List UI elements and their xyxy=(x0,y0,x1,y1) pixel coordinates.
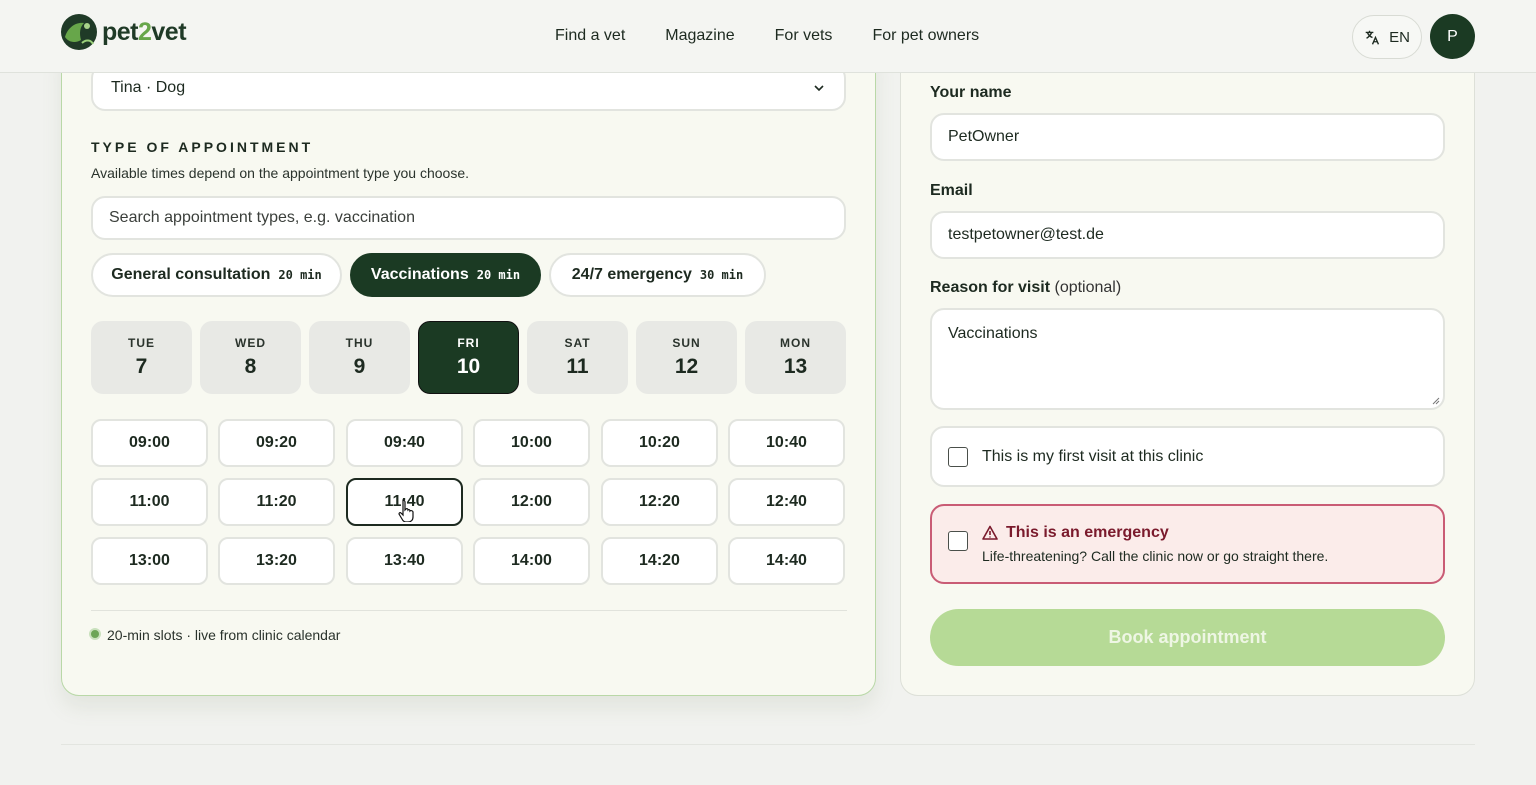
emergency-option[interactable]: This is an emergency Life-threatening? C… xyxy=(930,504,1445,584)
day-number: 11 xyxy=(566,355,589,378)
appointment-type-title: TYPE OF APPOINTMENT xyxy=(91,139,314,155)
email-field[interactable]: testpetowner@test.de xyxy=(930,211,1445,259)
time-slot[interactable]: 12:00 xyxy=(473,478,590,526)
nav-for-vets[interactable]: For vets xyxy=(775,27,833,45)
day-number: 13 xyxy=(783,355,808,378)
slots-divider xyxy=(91,610,847,611)
pointer-cursor-icon xyxy=(398,499,414,522)
top-header: pet2vet Find a vet Magazine For vets For… xyxy=(0,0,1536,73)
time-slot[interactable]: 10:20 xyxy=(601,419,718,467)
email-value: testpetowner@test.de xyxy=(948,226,1104,243)
chip-duration: 30 min xyxy=(699,268,744,282)
day-number: 8 xyxy=(244,355,257,378)
emergency-title: This is an emergency xyxy=(982,524,1328,542)
time-slot[interactable]: 13:20 xyxy=(218,537,335,585)
name-label: Your name xyxy=(930,84,1012,101)
day-of-week: WED xyxy=(235,336,266,350)
time-slot[interactable]: 09:40 xyxy=(346,419,463,467)
main-nav: Find a vet Magazine For vets For pet own… xyxy=(555,27,979,45)
day-sat-11[interactable]: SAT 11 xyxy=(527,321,628,394)
chip-duration: 20 min xyxy=(278,268,322,282)
language-button[interactable]: EN xyxy=(1352,15,1422,59)
chip-general-consultation[interactable]: General consultation 20 min xyxy=(91,253,342,297)
day-number: 7 xyxy=(135,355,148,378)
chip-duration: 20 min xyxy=(476,268,521,282)
translate-icon xyxy=(1365,30,1380,45)
day-of-week: FRI xyxy=(457,336,480,350)
logo-text: pet2vet xyxy=(102,17,187,46)
day-tue-7[interactable]: TUE 7 xyxy=(91,321,192,394)
reason-value: Vaccinations xyxy=(948,325,1038,342)
time-slot[interactable]: 11:20 xyxy=(218,478,335,526)
first-visit-label: This is my first visit at this clinic xyxy=(982,447,1204,465)
name-value: PetOwner xyxy=(948,128,1020,145)
day-number: 9 xyxy=(353,355,366,378)
time-slot[interactable]: 13:40 xyxy=(346,537,463,585)
first-visit-checkbox[interactable] xyxy=(948,446,968,467)
time-slot[interactable]: 09:20 xyxy=(218,419,335,467)
live-status-dot xyxy=(89,628,101,640)
time-slot[interactable]: 14:20 xyxy=(601,537,718,585)
day-thu-9[interactable]: THU 9 xyxy=(309,321,410,394)
day-wed-8[interactable]: WED 8 xyxy=(200,321,301,394)
chevron-down-icon xyxy=(814,84,824,91)
user-avatar[interactable]: P xyxy=(1430,14,1475,59)
chip-label: Vaccinations xyxy=(370,266,469,283)
optional-hint: (optional) xyxy=(1054,279,1122,296)
reason-textarea[interactable]: Vaccinations xyxy=(930,308,1445,410)
logo[interactable]: pet2vet xyxy=(60,13,187,51)
name-field[interactable]: PetOwner xyxy=(930,113,1445,161)
chip-label: General consultation xyxy=(111,266,271,283)
resize-handle-icon[interactable] xyxy=(1431,396,1440,405)
time-slot[interactable]: 10:40 xyxy=(728,419,845,467)
day-of-week: SUN xyxy=(672,336,701,350)
nav-magazine[interactable]: Magazine xyxy=(665,27,734,45)
appointment-type-description: Available times depend on the appointmen… xyxy=(91,165,469,181)
day-number: 12 xyxy=(674,355,699,378)
day-of-week: MON xyxy=(780,336,811,350)
reason-label: Reason for visit (optional) xyxy=(930,279,1122,296)
day-fri-10[interactable]: FRI 10 xyxy=(418,321,519,394)
warning-triangle-icon xyxy=(982,525,998,540)
day-sun-12[interactable]: SUN 12 xyxy=(636,321,737,394)
live-note: 20-min slots · live from clinic calendar xyxy=(107,627,341,643)
day-of-week: THU xyxy=(345,336,374,350)
footer-divider xyxy=(61,744,1475,745)
day-of-week: TUE xyxy=(128,336,155,350)
time-slot[interactable]: 10:00 xyxy=(473,419,590,467)
first-visit-option[interactable]: This is my first visit at this clinic xyxy=(930,426,1445,487)
chip-vaccinations[interactable]: Vaccinations 20 min xyxy=(350,253,541,297)
day-number: 10 xyxy=(456,355,481,378)
time-slot[interactable]: 11:00 xyxy=(91,478,208,526)
day-of-week: SAT xyxy=(564,336,591,350)
time-slot[interactable]: 12:20 xyxy=(601,478,718,526)
pet-select-value: Tina · Dog xyxy=(111,78,186,96)
book-appointment-button[interactable]: Book appointment xyxy=(930,609,1445,666)
time-slot[interactable]: 14:40 xyxy=(728,537,845,585)
chip-emergency[interactable]: 24/7 emergency 30 min xyxy=(549,253,766,297)
chip-label: 24/7 emergency xyxy=(571,266,692,283)
time-slot[interactable]: 13:00 xyxy=(91,537,208,585)
appointment-search-input[interactable] xyxy=(91,196,846,240)
nav-find-a-vet[interactable]: Find a vet xyxy=(555,27,625,45)
day-mon-13[interactable]: MON 13 xyxy=(745,321,846,394)
email-label: Email xyxy=(930,182,973,199)
nav-for-pet-owners[interactable]: For pet owners xyxy=(872,27,979,45)
time-slot[interactable]: 14:00 xyxy=(473,537,590,585)
language-label: EN xyxy=(1389,28,1410,46)
emergency-checkbox[interactable] xyxy=(948,531,968,551)
time-slot[interactable]: 09:00 xyxy=(91,419,208,467)
emergency-description: Life-threatening? Call the clinic now or… xyxy=(982,548,1329,564)
time-slot[interactable]: 12:40 xyxy=(728,478,845,526)
emergency-text: This is an emergency Life-threatening? C… xyxy=(982,524,1328,564)
pet2vet-logo-icon xyxy=(61,14,97,50)
